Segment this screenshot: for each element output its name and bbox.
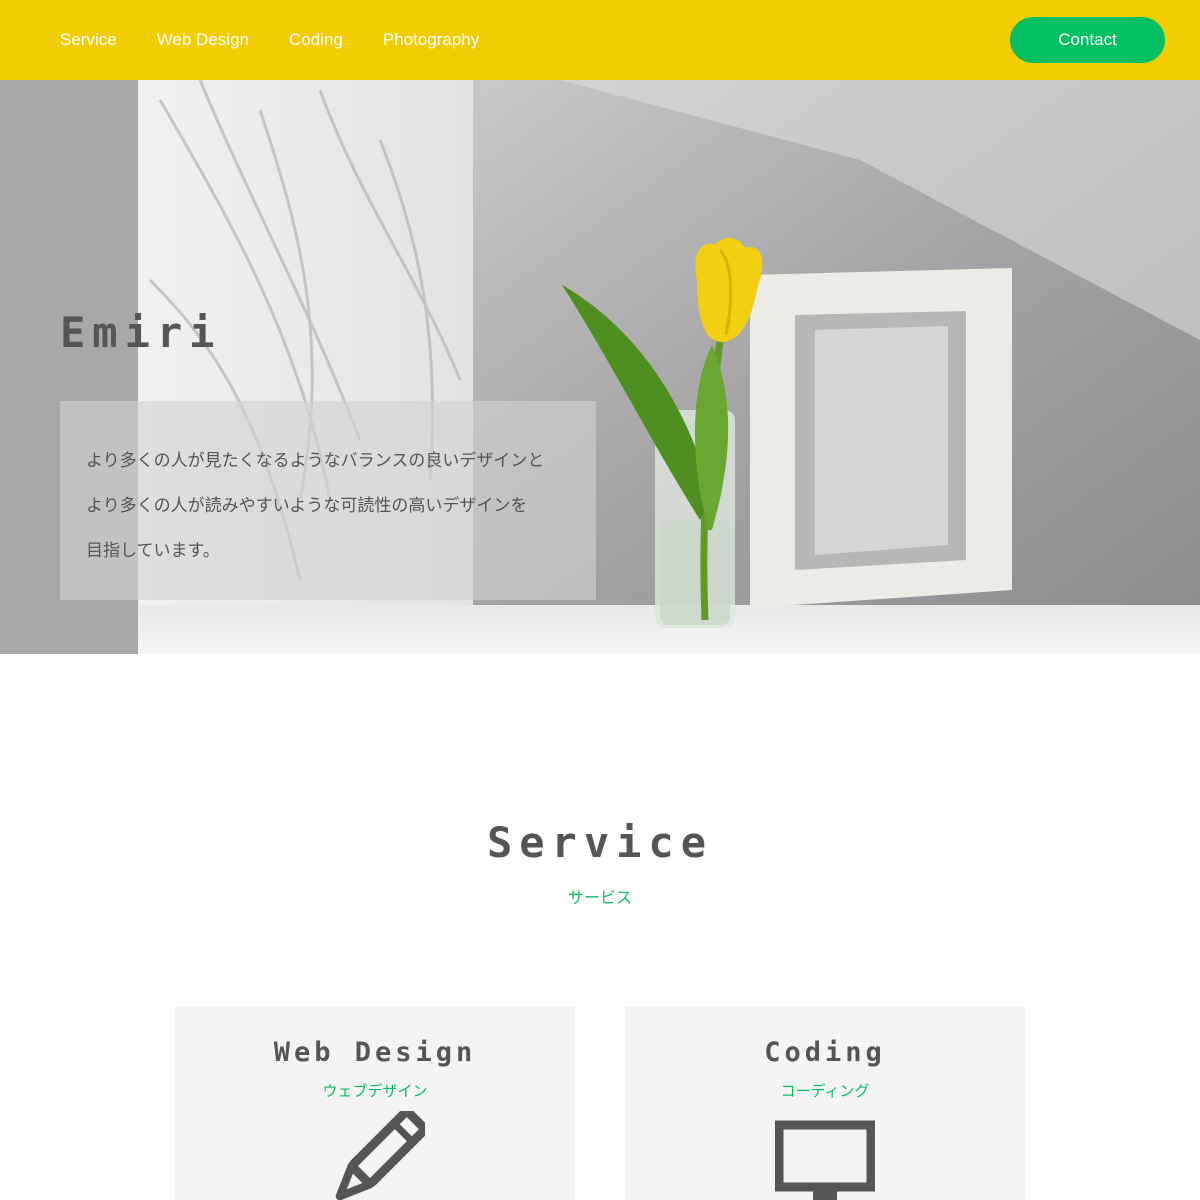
nav-item-web-design[interactable]: Web Design (157, 30, 249, 50)
service-title: Service (486, 818, 713, 867)
monitor-icon (775, 1120, 875, 1200)
card-subtitle: ウェブデザイン (322, 1082, 428, 1100)
nav-item-photography[interactable]: Photography (383, 30, 479, 50)
hero-line-3: 目指しています。 (86, 541, 220, 561)
card-title: Coding (764, 1037, 886, 1068)
pencil-icon (335, 1111, 425, 1200)
main-nav: Service Web Design Coding Photography (60, 0, 519, 80)
card-title: Web Design (273, 1037, 477, 1068)
hero-section: Emiri より多くの人が見たくなるようなバランスの良いデザインと より多くの人… (0, 80, 1200, 654)
service-card-coding[interactable]: Coding コーディング (625, 1007, 1025, 1200)
service-card-web-design[interactable]: Web Design ウェブデザイン (175, 1007, 575, 1200)
hero-title: Emiri (60, 308, 222, 357)
card-subtitle: コーディング (780, 1082, 870, 1100)
service-subtitle: サービス (567, 888, 632, 907)
hero-intro-box: より多くの人が見たくなるようなバランスの良いデザインと より多くの人が読みやすい… (60, 401, 596, 600)
nav-item-coding[interactable]: Coding (289, 30, 343, 50)
hero-line-2: より多くの人が読みやすいような可読性の高いデザインを (86, 496, 528, 516)
hero-line-1: より多くの人が見たくなるようなバランスの良いデザインと (86, 451, 545, 471)
contact-button[interactable]: Contact (1010, 17, 1165, 63)
site-header: Service Web Design Coding Photography Co… (0, 0, 1200, 80)
nav-item-service[interactable]: Service (60, 30, 117, 50)
